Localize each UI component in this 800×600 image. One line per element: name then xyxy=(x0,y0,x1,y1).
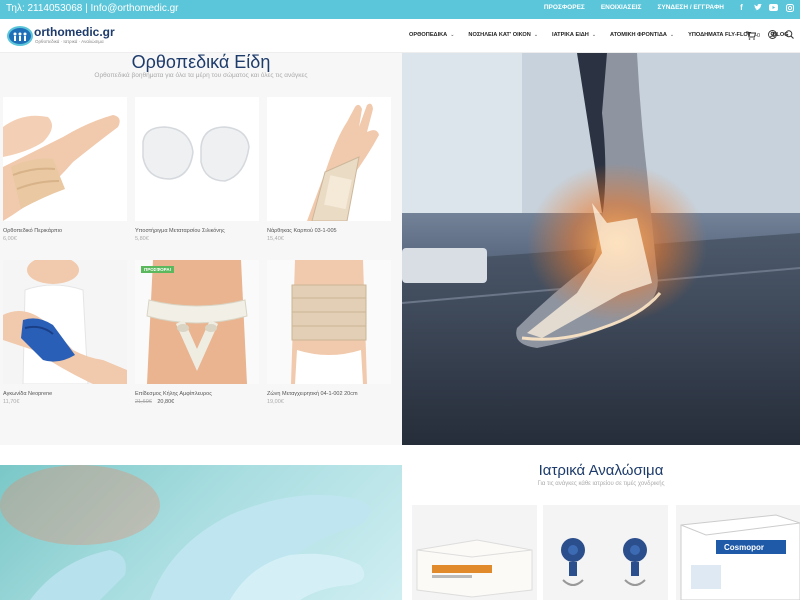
menu-item-label: ΝΟΣΗΛΕΙΑ ΚΑΤ' ΟΙΚΟΝ xyxy=(468,32,531,38)
menu-item-medical[interactable]: ΙΑΤΡΙΚΑ ΕΙΔΗ ⌄ xyxy=(552,32,596,38)
product-price: 21,60€ 20,80€ xyxy=(135,399,259,405)
logo-tagline: Ορθοπεδικά · Ιατρικά · Αναλώσιμα xyxy=(35,39,104,44)
menu-item-label: ΙΑΤΡΙΚΑ ΕΙΔΗ xyxy=(552,32,589,38)
rentals-link[interactable]: ΕΝΟΙΧΙΑΣΕΙΣ xyxy=(601,4,642,11)
old-price: 21,60€ xyxy=(135,399,152,405)
offers-link[interactable]: ΠΡΟΣΦΟΡΕΣ xyxy=(544,4,585,11)
contact-info: Τηλ: 2114053068 | Info@orthomedic.gr xyxy=(6,3,179,14)
product-name[interactable]: Επίδεσμος Κήλης Αμφίπλευρος xyxy=(135,391,259,397)
price-value: 15,40€ xyxy=(267,236,284,242)
menu-item-label: ΑΤΟΜΙΚΗ ΦΡΟΝΤΙΔΑ xyxy=(610,32,667,38)
logo-name: orthomedic.gr xyxy=(34,25,115,39)
social-links: f xyxy=(737,3,794,12)
section-subtitle: Ορθοπεδικά βοηθήματα για όλα τα μέρη του… xyxy=(94,72,308,79)
menu-item-label: ΥΠΟΔΗΜΑΤΑ FLY-FLOT xyxy=(688,32,752,38)
product-card[interactable]: Ορθοπεδικό Περικάρπιο 6,00€ xyxy=(3,97,127,242)
product-card[interactable]: Υποστήριγμα Μεταταρσίου Σιλικόνης 5,80€ xyxy=(135,97,259,242)
product-card[interactable]: Αγκωνίδα Neoprene 11,70€ xyxy=(3,260,127,405)
facebook-icon[interactable]: f xyxy=(737,3,746,12)
chevron-down-icon: ⌄ xyxy=(591,32,597,38)
product-price: 15,40€ xyxy=(267,236,391,242)
main-navbar: orthomedic.gr Ορθοπεδικά · Ιατρικά · Ανα… xyxy=(0,19,800,53)
product-image[interactable] xyxy=(3,97,127,221)
top-bar: Τηλ: 2114053068 | Info@orthomedic.gr ΠΡΟ… xyxy=(0,0,800,19)
login-register-link[interactable]: ΣΥΝΔΕΣΗ / ΕΓΓΡΑΦΗ xyxy=(657,4,724,11)
price-value: 6,00€ xyxy=(3,236,17,242)
product-image[interactable] xyxy=(676,505,800,600)
section-subtitle: Για τις ανάγκες κάθε ιατρείου σε τιμές χ… xyxy=(537,481,665,487)
price-value: 11,70€ xyxy=(3,399,20,405)
product-card[interactable]: Ζώνη Μεταγχειρητική 04-1-002 20cm 19,00€ xyxy=(267,260,391,405)
product-card[interactable] xyxy=(412,505,537,600)
menu-item-label: ΟΡΘΟΠΕΔΙΚΑ xyxy=(409,32,448,38)
product-price: 5,80€ xyxy=(135,236,259,242)
product-name[interactable]: Ορθοπεδικό Περικάρπιο xyxy=(3,228,127,234)
instagram-icon[interactable] xyxy=(785,3,794,12)
product-price: 6,00€ xyxy=(3,236,127,242)
product-price: 11,70€ xyxy=(3,399,127,405)
chevron-down-icon: ⌄ xyxy=(533,32,539,38)
product-image[interactable] xyxy=(543,505,668,600)
menu-item-home-care[interactable]: ΝΟΣΗΛΕΙΑ ΚΑΤ' ΟΙΚΟΝ ⌄ xyxy=(468,32,538,38)
cart-button[interactable]: 0 xyxy=(745,31,760,40)
product-name[interactable]: Αγκωνίδα Neoprene xyxy=(3,391,127,397)
product-name[interactable]: Νάρθηκας Καρπού 03-1-005 xyxy=(267,228,391,234)
price-value: 19,00€ xyxy=(267,399,284,405)
chevron-down-icon: ⌄ xyxy=(669,32,675,38)
cart-icon xyxy=(745,31,756,40)
product-price: 19,00€ xyxy=(267,399,391,405)
search-icon[interactable] xyxy=(785,30,794,41)
twitter-icon[interactable] xyxy=(753,3,762,12)
nav-icons: 0 xyxy=(745,30,794,41)
youtube-icon[interactable] xyxy=(769,3,778,12)
section-title: Ιατρικά Αναλώσιμα xyxy=(538,462,664,479)
sale-price: 20,80€ xyxy=(157,399,175,405)
hero-image[interactable] xyxy=(402,53,800,445)
cart-count: 0 xyxy=(756,32,760,39)
product-image[interactable] xyxy=(135,97,259,221)
top-links: ΠΡΟΣΦΟΡΕΣ ΕΝΟΙΧΙΑΣΕΙΣ ΣΥΝΔΕΣΗ / ΕΓΓΡΑΦΗ xyxy=(544,4,724,11)
product-card[interactable]: Cosmopor xyxy=(676,505,800,600)
gloves-banner-image[interactable] xyxy=(0,465,402,600)
sale-badge: ΠΡΟΣΦΟΡΑ! xyxy=(141,266,175,273)
main-menu: ΟΡΘΟΠΕΔΙΚΑ ⌄ ΝΟΣΗΛΕΙΑ ΚΑΤ' ΟΙΚΟΝ ⌄ ΙΑΤΡΙ… xyxy=(409,32,800,38)
product-image[interactable] xyxy=(3,260,127,384)
account-icon[interactable] xyxy=(768,30,777,41)
section-title: Ορθοπεδικά Είδη xyxy=(131,52,271,72)
product-card[interactable]: Νάρθηκας Καρπού 03-1-005 15,40€ xyxy=(267,97,391,242)
product-card[interactable]: ΠΡΟΣΦΟΡΑ! Επίδεσμος Κήλης Αμφίπλευρος 21… xyxy=(135,260,259,405)
product-image[interactable] xyxy=(412,505,537,600)
product-image[interactable] xyxy=(267,260,391,384)
chevron-down-icon: ⌄ xyxy=(450,32,455,38)
product-image[interactable] xyxy=(267,97,391,221)
product-name[interactable]: Υποστήριγμα Μεταταρσίου Σιλικόνης xyxy=(135,228,259,234)
product-name[interactable]: Ζώνη Μεταγχειρητική 04-1-002 20cm xyxy=(267,391,391,397)
menu-item-personal-care[interactable]: ΑΤΟΜΙΚΗ ΦΡΟΝΤΙΔΑ ⌄ xyxy=(610,32,674,38)
menu-item-orthopedics[interactable]: ΟΡΘΟΠΕΔΙΚΑ ⌄ xyxy=(409,32,454,38)
site-logo[interactable]: orthomedic.gr Ορθοπεδικά · Ιατρικά · Ανα… xyxy=(7,24,115,48)
price-value: 5,80€ xyxy=(135,236,149,242)
logo-badge xyxy=(7,26,33,46)
product-image[interactable]: ΠΡΟΣΦΟΡΑ! xyxy=(135,260,259,384)
product-brand-label: Cosmopor xyxy=(724,543,764,552)
product-card[interactable] xyxy=(543,505,668,600)
